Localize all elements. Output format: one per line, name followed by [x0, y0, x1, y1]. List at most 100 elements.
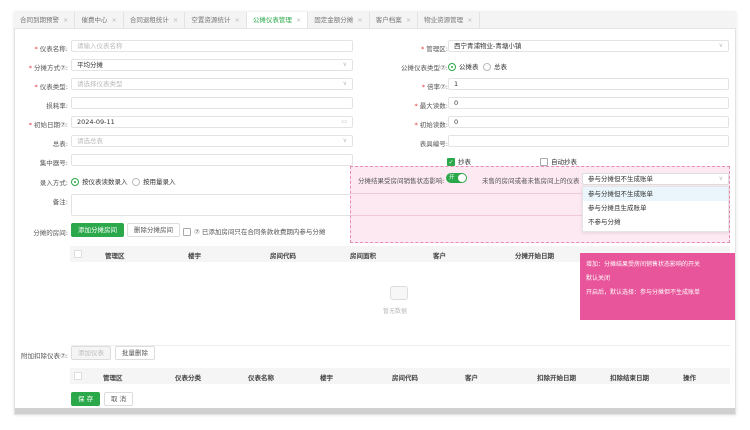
chevron-down-icon: ∨	[342, 80, 347, 87]
tab-0[interactable]: 合同到期预警 ×	[14, 12, 76, 28]
deduct-table-header: 管理区 仪表分类 仪表名称 楼宇 房间代码 客户 扣除开始日期 扣除结束日期 操…	[70, 368, 730, 384]
column-header: 客户	[433, 252, 446, 260]
entry-mode-radio-reading[interactable]: 按仪表读数录入	[71, 176, 128, 186]
multiplier-input[interactable]: 1	[448, 78, 729, 90]
label-unsold-rooms: 未售的房间或者未售房间上的仪表	[482, 177, 580, 185]
remark-textarea[interactable]	[71, 194, 353, 216]
contract-period-checkbox[interactable]: ⑦ 已添加房间只在合同条款收费期内参与分摊	[183, 226, 325, 236]
label-deduct-meter: 附加扣除仪表⑦:	[20, 352, 68, 360]
column-header: 操作	[683, 374, 696, 382]
label-rooms: 分摊的房间:	[33, 229, 68, 237]
tab-7[interactable]: 物业资源管理 ×	[418, 12, 480, 28]
tab-bar: 合同到期预警 × 催费中心 × 合同退租统计 × 空置资源统计 × 公摊仪表管理 × 固定金额分摊 ×…	[14, 12, 736, 29]
column-header: 分摊开始日期	[515, 252, 554, 260]
column-header: 扣除开始日期	[537, 374, 576, 382]
tab-3[interactable]: 空置资源统计 ×	[185, 12, 247, 28]
column-header: 客户	[465, 374, 478, 382]
meter-no-input[interactable]	[448, 135, 729, 147]
max-reading-input[interactable]: 0	[448, 97, 729, 109]
meter-name-input[interactable]: 请输入仪表名称	[71, 40, 353, 52]
concentrator-input[interactable]	[71, 154, 353, 166]
entry-mode-radio-usage[interactable]: 按用量录入	[132, 176, 176, 186]
select-all-checkbox[interactable]	[74, 250, 82, 258]
column-header: 扣除结束日期	[610, 374, 649, 382]
delete-split-room-button[interactable]: 删除分摊房间	[127, 223, 180, 237]
read-meter-checkbox[interactable]: ✓ 抄表	[447, 156, 471, 166]
init-reading-input[interactable]: 0	[448, 116, 729, 128]
save-button[interactable]: 保 存	[71, 392, 101, 406]
horizontal-scrollbar[interactable]	[15, 408, 735, 414]
master-meter-select[interactable]: 请选总表 ∨	[71, 135, 353, 147]
chevron-down-icon: ∨	[342, 137, 347, 144]
column-header: 楼宇	[188, 252, 201, 260]
chevron-down-icon: ∨	[718, 175, 723, 182]
tab-label: 空置资源统计	[191, 16, 231, 24]
tab-4[interactable]: 公摊仪表管理 ×	[246, 12, 309, 28]
batch-delete-button[interactable]: 批量删除	[115, 346, 155, 360]
close-icon[interactable]: ×	[63, 16, 68, 24]
empty-text: 暂无数据	[383, 308, 408, 315]
label-loss-rate: 损耗率:	[46, 102, 68, 110]
tab-6[interactable]: 客户档案 ×	[370, 12, 419, 28]
dropdown-option[interactable]: 不参与分摊	[583, 215, 728, 229]
label-meter-type: * 仪表类型:	[34, 83, 68, 91]
init-date-input[interactable]: 2024-09-11 ▭	[71, 116, 353, 128]
add-meter-button[interactable]: 添加仪表	[71, 346, 111, 360]
close-icon[interactable]: ×	[111, 16, 116, 24]
tab-label: 客户档案	[375, 16, 402, 24]
label-concentrator: 集中器号:	[39, 159, 68, 167]
dropdown-option[interactable]: 参与分摊但不生成账单	[583, 187, 728, 201]
loss-rate-input[interactable]	[71, 97, 353, 109]
tab-1[interactable]: 催费中心 ×	[75, 12, 124, 28]
split-method-select[interactable]: 平均分摊 ∨	[71, 59, 353, 71]
unsold-rooms-select[interactable]: 参与分摊但不生成账单 ∨	[582, 173, 729, 185]
cancel-button[interactable]: 取 消	[104, 392, 134, 406]
note-line: 默认关闭	[586, 275, 611, 282]
label-init-reading: * 初始读数:	[414, 121, 448, 129]
select-all-checkbox[interactable]	[74, 372, 82, 380]
label-sales-status-switch: 分摊结果受房间销售状态影响:	[358, 177, 445, 185]
close-icon[interactable]: ×	[173, 16, 178, 24]
close-icon[interactable]: ×	[357, 16, 362, 24]
checkbox-icon	[183, 228, 191, 236]
tab-5[interactable]: 固定金额分摊 ×	[308, 12, 370, 28]
public-type-radio-master[interactable]: 总表	[483, 61, 507, 71]
radio-icon	[132, 178, 140, 186]
column-header: 仪表名称	[248, 374, 274, 382]
label-split-method: * 分摊方式⑦:	[28, 64, 68, 72]
checkbox-icon	[540, 158, 548, 166]
close-icon[interactable]: ×	[467, 16, 472, 24]
column-header: 管理区	[105, 252, 125, 260]
note-line: 增加：分摊结果受房间销售状态影响的开关	[586, 261, 701, 268]
sales-status-toggle[interactable]: 开	[446, 173, 467, 183]
label-area: * 管理区:	[421, 45, 448, 53]
annotation-note: 增加：分摊结果受房间销售状态影响的开关 默认关闭 开启后，默认选择：参与分摊但不…	[580, 253, 735, 320]
empty-inbox-icon	[390, 286, 408, 300]
close-icon[interactable]: ×	[406, 16, 411, 24]
add-split-room-button[interactable]: 添加分摊房间	[71, 223, 124, 237]
radio-selected-icon	[448, 63, 456, 71]
label-init-date: * 初始日期⑦:	[28, 121, 68, 129]
column-header: 楼宇	[320, 374, 333, 382]
label-meter-no: 表具编号:	[419, 140, 448, 148]
meter-type-select[interactable]: 请选择仪表类型 ∨	[71, 78, 353, 90]
radio-selected-icon	[71, 178, 79, 186]
dropdown-option[interactable]: 参与分摊且生成账单	[583, 201, 728, 215]
label-max-reading: * 最大读数:	[414, 102, 448, 110]
column-header: 管理区	[103, 374, 123, 382]
column-header: 房间代码	[392, 374, 418, 382]
chevron-down-icon: ∨	[718, 42, 723, 49]
note-line: 开启后，默认选择：参与分摊但不生成账单	[586, 289, 701, 296]
column-header: 房间面积	[350, 252, 376, 260]
chevron-down-icon: ∨	[342, 61, 347, 68]
checkmark-icon: ✓	[447, 158, 455, 166]
public-type-radio-public[interactable]: 公摊表	[448, 61, 479, 71]
label-remark: 备注:	[52, 198, 68, 206]
tab-2[interactable]: 合同退租统计 ×	[124, 12, 186, 28]
label-public-type: 公摊仪表类型⑦:	[400, 64, 448, 72]
area-select[interactable]: 西宁青浦物业-青塘小镇 ∨	[448, 40, 729, 52]
close-icon[interactable]: ×	[234, 16, 239, 24]
radio-icon	[483, 63, 491, 71]
close-icon[interactable]: ×	[296, 16, 301, 24]
auto-read-checkbox[interactable]: 自动抄表	[540, 156, 577, 166]
